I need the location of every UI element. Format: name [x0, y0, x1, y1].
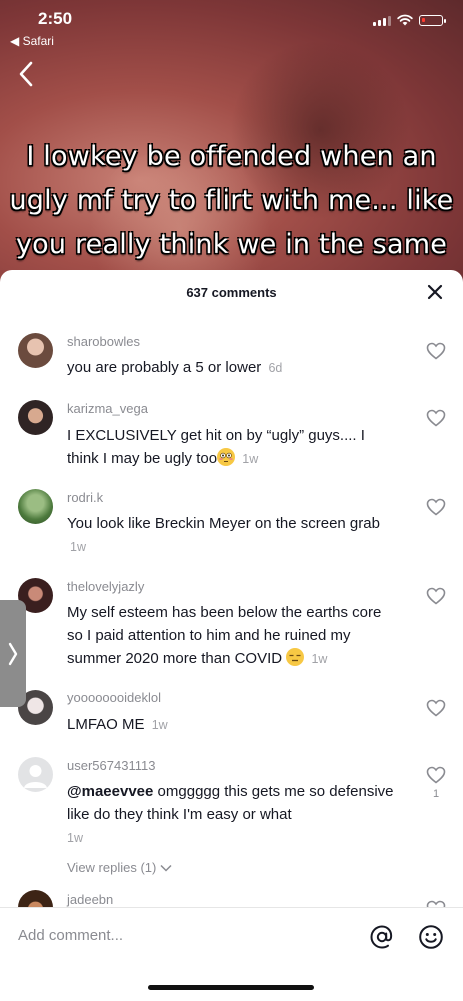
heart-outline-icon[interactable]: [426, 342, 446, 360]
battery-icon: [419, 14, 446, 26]
status-time: 2:50: [38, 9, 73, 28]
comment-body: I EXCLUSIVELY get hit on by “ugly” guys.…: [67, 427, 365, 467]
status-icons: [373, 14, 446, 26]
comment-text: LMFAO ME 1w: [67, 713, 397, 737]
comments-header: 637 comments: [0, 270, 463, 316]
heart-outline-icon[interactable]: [426, 766, 446, 784]
comment-body: You look like Breckin Meyer on the scree…: [67, 515, 380, 532]
comment-time: 1w: [151, 718, 168, 732]
heart-outline-icon[interactable]: [426, 498, 446, 516]
comment-username[interactable]: rodri.k: [67, 490, 103, 505]
default-avatar-icon: [24, 765, 47, 788]
comment-time: 1w: [311, 652, 328, 666]
comment-time: 1w: [70, 540, 86, 554]
chevron-right-icon: [8, 642, 18, 665]
comment-time: 1w: [67, 831, 83, 845]
heart-outline-icon[interactable]: [426, 587, 446, 605]
avatar[interactable]: [18, 333, 53, 368]
side-tab-handle[interactable]: [0, 600, 26, 707]
like-count: 1: [432, 788, 440, 800]
wifi-icon: [397, 14, 413, 26]
comment-body: LMFAO ME: [67, 716, 145, 733]
smiley-icon[interactable]: [418, 924, 444, 950]
avatar[interactable]: [18, 757, 53, 792]
avatar[interactable]: [18, 489, 53, 524]
comment-body: My self esteem has been below the earths…: [67, 604, 382, 667]
view-replies-label: View replies (1): [67, 860, 157, 875]
comment-username[interactable]: yoooooooideklol: [67, 690, 161, 705]
comment-username[interactable]: sharobowles: [67, 334, 140, 349]
avatar[interactable]: [18, 400, 53, 435]
comment-text: My self esteem has been below the earths…: [67, 601, 397, 671]
comment-text: You look like Breckin Meyer on the scree…: [67, 512, 397, 559]
video-background: 2:50 ◀ Safari I lowkey be offended when …: [0, 0, 463, 300]
comment-text: you are probably a 5 or lower 6d: [67, 356, 397, 380]
mention-link[interactable]: @maeevvee: [67, 783, 153, 800]
comment-count: 637 comments: [186, 285, 277, 300]
comment-text: I EXCLUSIVELY get hit on by “ugly” guys.…: [67, 424, 397, 471]
back-to-safari-link[interactable]: ◀ Safari: [10, 34, 54, 48]
comments-sheet: 637 comments sharobowles you are probabl…: [0, 270, 463, 1000]
cellular-signal-icon: [373, 15, 391, 26]
chevron-left-icon[interactable]: [16, 60, 36, 88]
comment-text: @maeevvee omggggg this gets me so defens…: [67, 780, 397, 850]
comment-username[interactable]: thelovelyjazly: [67, 579, 144, 594]
close-icon[interactable]: [427, 284, 443, 300]
comment-username[interactable]: user567431113: [67, 758, 155, 773]
comment-time: 1w: [242, 452, 259, 466]
expressionless-face-emoji: [286, 648, 305, 666]
view-replies-button[interactable]: View replies (1): [67, 860, 172, 875]
chevron-down-icon: [160, 864, 172, 872]
comment-time: 6d: [268, 361, 283, 375]
comment-body: you are probably a 5 or lower: [67, 359, 262, 376]
comment-username[interactable]: karizma_vega: [67, 401, 148, 416]
heart-outline-icon[interactable]: [426, 409, 446, 427]
flushed-face-emoji: [217, 448, 236, 466]
comment-username[interactable]: jadeebn: [67, 892, 113, 907]
home-indicator[interactable]: [148, 985, 314, 990]
heart-outline-icon[interactable]: [426, 699, 446, 717]
at-sign-icon[interactable]: [369, 924, 395, 950]
add-comment-input[interactable]: Add comment...: [18, 927, 123, 944]
